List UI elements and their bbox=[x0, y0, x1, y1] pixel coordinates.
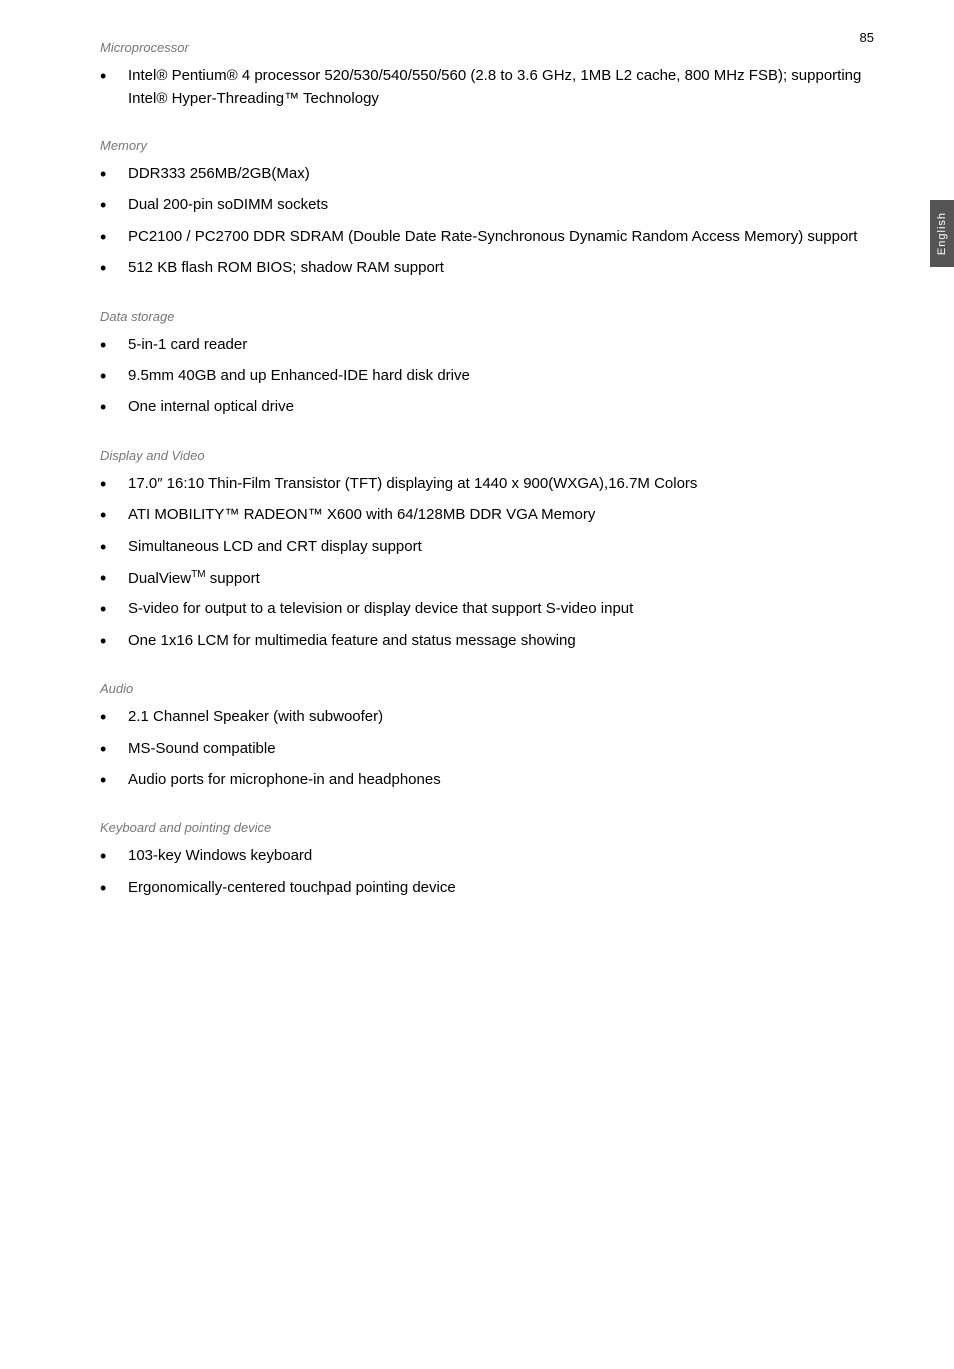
list-item-text: 5-in-1 card reader bbox=[128, 334, 874, 357]
list-item: • MS-Sound compatible bbox=[100, 738, 874, 761]
section-keyboard-pointing: Keyboard and pointing device • 103-key Win… bbox=[100, 820, 874, 900]
list-item: • 9.5mm 40GB and up Enhanced-IDE hard dis… bbox=[100, 365, 874, 388]
bullet-icon: • bbox=[100, 630, 120, 653]
list-item: • Ergonomically-centered touchpad pointin… bbox=[100, 877, 874, 900]
bullet-icon: • bbox=[100, 769, 120, 792]
bullet-icon: • bbox=[100, 396, 120, 419]
sections-container: Microprocessor • Intel® Pentium® 4 process… bbox=[100, 40, 874, 900]
bullet-icon: • bbox=[100, 504, 120, 527]
bullet-icon: • bbox=[100, 334, 120, 357]
list-item: • Simultaneous LCD and CRT display suppor… bbox=[100, 536, 874, 559]
list-item-text: MS-Sound compatible bbox=[128, 738, 874, 761]
bullet-icon: • bbox=[100, 257, 120, 280]
list-item-text: Ergonomically-centered touchpad pointing… bbox=[128, 877, 874, 900]
bullet-list-display-video: • 17.0″ 16:10 Thin-Film Transistor (TFT) … bbox=[100, 473, 874, 653]
page-container: 85 English Microprocessor • Intel® Pentium… bbox=[0, 0, 954, 1369]
section-heading-display-video: Display and Video bbox=[100, 448, 874, 463]
list-item-text: Simultaneous LCD and CRT display support bbox=[128, 536, 874, 559]
list-item-text: ATI MOBILITY™ RADEON™ X600 with 64/128MB… bbox=[128, 504, 874, 527]
section-display-video: Display and Video • 17.0″ 16:10 Thin-Film … bbox=[100, 448, 874, 653]
bullet-list-data-storage: • 5-in-1 card reader • 9.5mm 40GB and up En… bbox=[100, 334, 874, 420]
list-item: • Audio ports for microphone-in and headp… bbox=[100, 769, 874, 792]
list-item: • S-video for output to a television or d… bbox=[100, 598, 874, 621]
list-item-text: One internal optical drive bbox=[128, 396, 874, 419]
list-item-text: 103-key Windows keyboard bbox=[128, 845, 874, 868]
list-item-text: 9.5mm 40GB and up Enhanced-IDE hard disk… bbox=[128, 365, 874, 388]
list-item: • 17.0″ 16:10 Thin-Film Transistor (TFT) … bbox=[100, 473, 874, 496]
bullet-icon: • bbox=[100, 473, 120, 496]
list-item: • 2.1 Channel Speaker (with subwoofer) bbox=[100, 706, 874, 729]
list-item: • 103-key Windows keyboard bbox=[100, 845, 874, 868]
bullet-list-keyboard-pointing: • 103-key Windows keyboard • Ergonomically-… bbox=[100, 845, 874, 900]
bullet-icon: • bbox=[100, 567, 120, 590]
bullet-list-audio: • 2.1 Channel Speaker (with subwoofer) • MS… bbox=[100, 706, 874, 792]
bullet-icon: • bbox=[100, 877, 120, 900]
bullet-icon: • bbox=[100, 706, 120, 729]
list-item-text: DDR333 256MB/2GB(Max) bbox=[128, 163, 874, 186]
bullet-icon: • bbox=[100, 194, 120, 217]
list-item-text: 512 KB flash ROM BIOS; shadow RAM suppor… bbox=[128, 257, 874, 280]
list-item-text: Audio ports for microphone-in and headph… bbox=[128, 769, 874, 792]
list-item: • DDR333 256MB/2GB(Max) bbox=[100, 163, 874, 186]
list-item: • DualViewTM support bbox=[100, 567, 874, 591]
bullet-icon: • bbox=[100, 598, 120, 621]
list-item-text: S-video for output to a television or di… bbox=[128, 598, 874, 621]
list-item-text: Dual 200-pin soDIMM sockets bbox=[128, 194, 874, 217]
list-item: • One internal optical drive bbox=[100, 396, 874, 419]
bullet-icon: • bbox=[100, 163, 120, 186]
section-heading-audio: Audio bbox=[100, 681, 874, 696]
bullet-icon: • bbox=[100, 536, 120, 559]
list-item: • One 1x16 LCM for multimedia feature and… bbox=[100, 630, 874, 653]
list-item-text: One 1x16 LCM for multimedia feature and … bbox=[128, 630, 874, 653]
page-number: 85 bbox=[860, 30, 874, 45]
bullet-icon: • bbox=[100, 845, 120, 868]
list-item-text: DualViewTM support bbox=[128, 567, 874, 591]
list-item: • 5-in-1 card reader bbox=[100, 334, 874, 357]
list-item-text: 17.0″ 16:10 Thin-Film Transistor (TFT) d… bbox=[128, 473, 874, 496]
list-item: • 512 KB flash ROM BIOS; shadow RAM suppo… bbox=[100, 257, 874, 280]
list-item: • PC2100 / PC2700 DDR SDRAM (Double Date … bbox=[100, 226, 874, 249]
section-heading-memory: Memory bbox=[100, 138, 874, 153]
section-data-storage: Data storage • 5-in-1 card reader • 9.5mm 40… bbox=[100, 309, 874, 420]
section-memory: Memory • DDR333 256MB/2GB(Max) • Dual 200-pi… bbox=[100, 138, 874, 281]
list-item: • ATI MOBILITY™ RADEON™ X600 with 64/128M… bbox=[100, 504, 874, 527]
side-tab: English bbox=[930, 200, 954, 267]
section-heading-data-storage: Data storage bbox=[100, 309, 874, 324]
list-item-text: Intel® Pentium® 4 processor 520/530/540/… bbox=[128, 65, 874, 110]
bullet-list-microprocessor: • Intel® Pentium® 4 processor 520/530/540… bbox=[100, 65, 874, 110]
section-heading-microprocessor: Microprocessor bbox=[100, 40, 874, 55]
bullet-icon: • bbox=[100, 365, 120, 388]
section-microprocessor: Microprocessor • Intel® Pentium® 4 process… bbox=[100, 40, 874, 110]
bullet-icon: • bbox=[100, 226, 120, 249]
bullet-list-memory: • DDR333 256MB/2GB(Max) • Dual 200-pin soDI… bbox=[100, 163, 874, 281]
section-heading-keyboard-pointing: Keyboard and pointing device bbox=[100, 820, 874, 835]
side-tab-label: English bbox=[936, 212, 948, 255]
list-item: • Dual 200-pin soDIMM sockets bbox=[100, 194, 874, 217]
list-item-text: PC2100 / PC2700 DDR SDRAM (Double Date R… bbox=[128, 226, 874, 249]
bullet-icon: • bbox=[100, 738, 120, 761]
section-audio: Audio • 2.1 Channel Speaker (with subwoofe… bbox=[100, 681, 874, 792]
list-item-text: 2.1 Channel Speaker (with subwoofer) bbox=[128, 706, 874, 729]
bullet-icon: • bbox=[100, 65, 120, 88]
list-item: • Intel® Pentium® 4 processor 520/530/540… bbox=[100, 65, 874, 110]
